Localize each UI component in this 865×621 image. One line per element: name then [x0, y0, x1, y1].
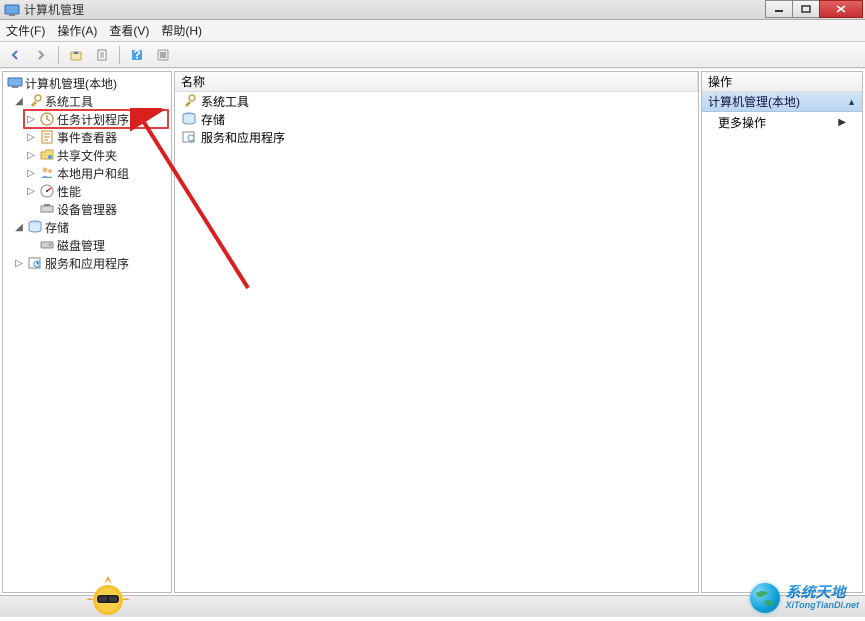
watermark: 系统天地 XiTongTianDi.net — [750, 583, 860, 613]
tools-icon — [27, 93, 43, 109]
expand-icon[interactable]: ▷ — [25, 168, 37, 179]
list-item[interactable]: 系统工具 — [175, 92, 698, 110]
list-panel: 名称 系统工具 存储 服务和应用程序 — [174, 71, 699, 593]
tree-event-viewer[interactable]: ▷ 事件查看器 — [3, 128, 171, 146]
expand-icon[interactable]: ◢ — [13, 222, 25, 233]
tree-label: 磁盘管理 — [57, 237, 105, 254]
computer-icon — [7, 75, 23, 91]
tree-label: 系统工具 — [45, 93, 93, 110]
disk-icon — [39, 237, 55, 253]
toolbar-separator — [119, 46, 120, 64]
menu-bar: 文件(F) 操作(A) 查看(V) 帮助(H) — [0, 20, 865, 42]
storage-icon — [27, 219, 43, 235]
toolbar-separator — [58, 46, 59, 64]
watermark-cn: 系统天地 — [786, 585, 860, 602]
window-controls — [766, 0, 863, 18]
users-icon — [39, 165, 55, 181]
tree-device-manager[interactable]: 设备管理器 — [3, 200, 171, 218]
expand-icon[interactable]: ▷ — [25, 114, 37, 125]
tree-label: 本地用户和组 — [57, 165, 129, 182]
client-area: 计算机管理(本地) ◢ 系统工具 ▷ 任务计划程序 ▷ 事件查看器 ▷ 共享文件… — [0, 68, 865, 595]
action-more[interactable]: 更多操作 ▶ — [702, 112, 862, 132]
action-label: 更多操作 — [718, 114, 766, 131]
nav-back-button[interactable] — [4, 45, 26, 65]
watermark-en: XiTongTianDi.net — [786, 601, 860, 611]
window-title: 计算机管理 — [24, 1, 861, 18]
actions-panel: 操作 计算机管理(本地) ▲ 更多操作 ▶ — [701, 71, 863, 593]
tree-label: 计算机管理(本地) — [25, 75, 117, 92]
list-label: 服务和应用程序 — [201, 129, 285, 146]
menu-help[interactable]: 帮助(H) — [161, 22, 202, 39]
expand-icon[interactable]: ▷ — [25, 150, 37, 161]
collapse-icon: ▲ — [847, 97, 856, 107]
expand-icon[interactable]: ▷ — [13, 258, 25, 269]
list-label: 存储 — [201, 111, 225, 128]
device-icon — [39, 201, 55, 217]
refresh-button[interactable] — [152, 45, 174, 65]
minimize-button[interactable] — [765, 0, 793, 18]
expand-icon[interactable]: ▷ — [25, 186, 37, 197]
sun-decoration — [82, 574, 134, 621]
tree-system-tools[interactable]: ◢ 系统工具 — [3, 92, 171, 110]
toolbar: ? — [0, 42, 865, 68]
tree-label: 任务计划程序 — [57, 111, 129, 128]
services-icon — [181, 129, 197, 145]
clock-icon — [39, 111, 55, 127]
expand-icon[interactable]: ◢ — [13, 96, 25, 107]
services-icon — [27, 255, 43, 271]
tree-label: 服务和应用程序 — [45, 255, 129, 272]
event-icon — [39, 129, 55, 145]
properties-button[interactable] — [91, 45, 113, 65]
storage-icon — [181, 111, 197, 127]
help-button[interactable]: ? — [126, 45, 148, 65]
app-icon — [4, 2, 20, 18]
menu-file[interactable]: 文件(F) — [6, 22, 45, 39]
tree-label: 性能 — [57, 183, 81, 200]
tree-label: 设备管理器 — [57, 201, 117, 218]
actions-section-label: 计算机管理(本地) — [708, 93, 800, 110]
tree-shared-folders[interactable]: ▷ 共享文件夹 — [3, 146, 171, 164]
tree-panel: 计算机管理(本地) ◢ 系统工具 ▷ 任务计划程序 ▷ 事件查看器 ▷ 共享文件… — [2, 71, 172, 593]
tree-local-users[interactable]: ▷ 本地用户和组 — [3, 164, 171, 182]
nav-tree: 计算机管理(本地) ◢ 系统工具 ▷ 任务计划程序 ▷ 事件查看器 ▷ 共享文件… — [3, 72, 171, 274]
tree-performance[interactable]: ▷ 性能 — [3, 182, 171, 200]
expand-icon[interactable]: ▷ — [25, 132, 37, 143]
tree-disk-mgmt[interactable]: 磁盘管理 — [3, 236, 171, 254]
tools-icon — [181, 93, 197, 109]
actions-section[interactable]: 计算机管理(本地) ▲ — [702, 92, 862, 112]
list-item[interactable]: 服务和应用程序 — [175, 128, 698, 146]
up-button[interactable] — [65, 45, 87, 65]
menu-action[interactable]: 操作(A) — [57, 22, 97, 39]
tree-services-apps[interactable]: ▷ 服务和应用程序 — [3, 254, 171, 272]
title-bar: 计算机管理 — [0, 0, 865, 20]
menu-view[interactable]: 查看(V) — [109, 22, 149, 39]
column-header-name[interactable]: 名称 — [175, 72, 698, 92]
globe-icon — [750, 583, 780, 613]
tree-storage[interactable]: ◢ 存储 — [3, 218, 171, 236]
maximize-button[interactable] — [792, 0, 820, 18]
list-item[interactable]: 存储 — [175, 110, 698, 128]
submenu-arrow-icon: ▶ — [838, 117, 846, 128]
nav-forward-button[interactable] — [30, 45, 52, 65]
performance-icon — [39, 183, 55, 199]
tree-label: 共享文件夹 — [57, 147, 117, 164]
svg-text:?: ? — [133, 48, 140, 62]
list-label: 系统工具 — [201, 93, 249, 110]
tree-label: 事件查看器 — [57, 129, 117, 146]
actions-header: 操作 — [702, 72, 862, 92]
close-button[interactable] — [819, 0, 863, 18]
tree-task-scheduler[interactable]: ▷ 任务计划程序 — [23, 109, 169, 129]
folder-share-icon — [39, 147, 55, 163]
tree-label: 存储 — [45, 219, 69, 236]
tree-root[interactable]: 计算机管理(本地) — [3, 74, 171, 92]
